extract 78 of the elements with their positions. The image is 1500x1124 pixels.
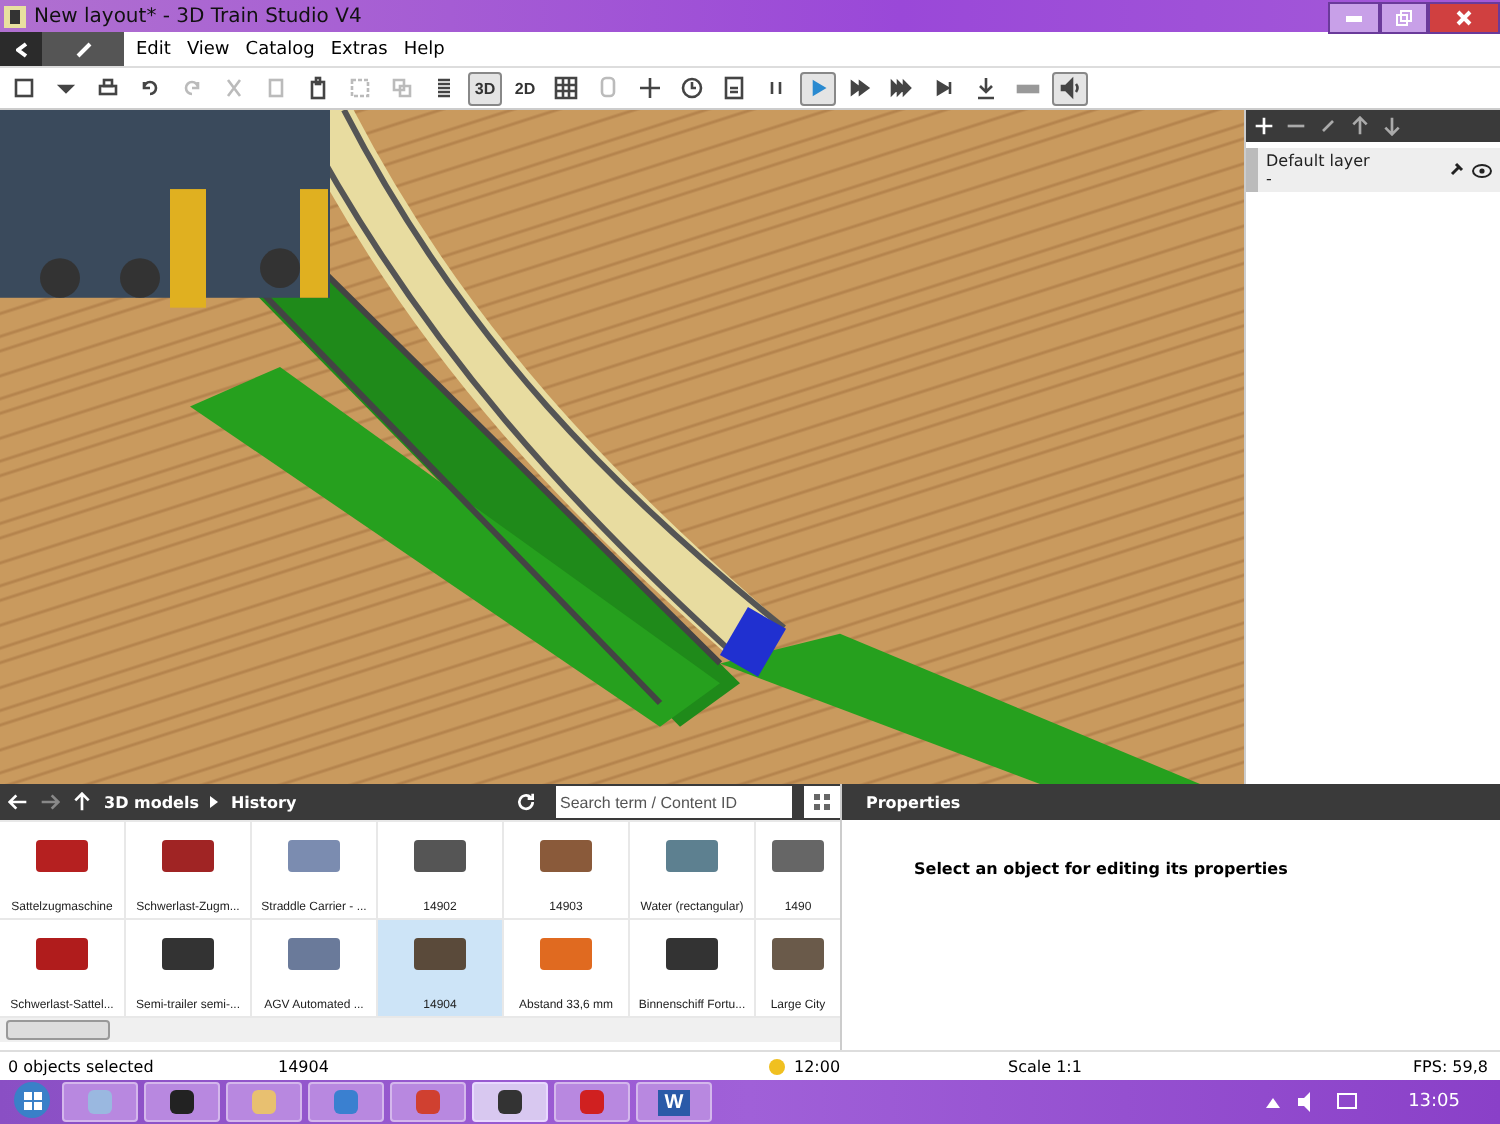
- clipboard-icon: [306, 76, 330, 100]
- fast-forward-icon: [848, 76, 872, 100]
- sun-icon: [768, 1057, 786, 1075]
- redo-icon: [180, 76, 204, 100]
- panel-title: Properties: [842, 784, 1500, 820]
- network-icon[interactable]: [1336, 1090, 1361, 1114]
- menu-item[interactable]: View: [182, 39, 234, 59]
- minimize-icon: [1346, 15, 1362, 21]
- start-button[interactable]: [8, 1080, 56, 1124]
- app-icon: [86, 1088, 114, 1116]
- speaker-button[interactable]: [1052, 71, 1088, 105]
- copy-icon: [264, 76, 288, 100]
- app-icon: [332, 1088, 360, 1116]
- fastest-forward-icon: [890, 76, 914, 100]
- menu-item[interactable]: Catalog: [241, 39, 319, 59]
- app-icon: [578, 1088, 606, 1116]
- menu-item[interactable]: Help: [399, 39, 449, 59]
- grid-icon: [554, 76, 578, 100]
- close-button[interactable]: [1428, 2, 1500, 34]
- back-button[interactable]: [0, 32, 42, 66]
- restore-button[interactable]: [1380, 2, 1428, 34]
- forward-arrow-icon[interactable]: [40, 792, 60, 812]
- plus-icon[interactable]: [1254, 116, 1274, 136]
- window-title: New layout* - 3D Train Studio V4: [34, 5, 362, 27]
- grid-view-icon: [814, 794, 830, 810]
- print-icon: [96, 76, 120, 100]
- menu-item[interactable]: Edit: [132, 39, 175, 59]
- empty-properties-message: Select an object for editing its properties: [912, 858, 1290, 878]
- arrow-up-icon[interactable]: [1350, 116, 1370, 136]
- view-mode-button[interactable]: 3D: [468, 71, 502, 105]
- plus-icon: [638, 76, 662, 100]
- edit-mode-button[interactable]: [42, 32, 124, 66]
- close-icon: [1456, 10, 1472, 26]
- selection-status: 0 objects selected: [8, 1057, 156, 1075]
- minimize-button[interactable]: [1328, 2, 1380, 34]
- refresh-icon[interactable]: [516, 792, 536, 812]
- time-status: 12:00: [794, 1057, 841, 1075]
- fps-status: FPS: 59,8: [1412, 1057, 1488, 1075]
- back-icon: [15, 41, 27, 57]
- app-icon: [414, 1088, 442, 1116]
- horizontal-scrollbar[interactable]: [0, 1018, 840, 1042]
- scissors-icon: [222, 76, 246, 100]
- calculator-icon: [722, 76, 746, 100]
- pencil-icon[interactable]: [1318, 116, 1338, 136]
- layer-name: Default layer: [1266, 152, 1372, 170]
- layer-detail: -: [1266, 170, 1274, 188]
- ungroup-icon: [390, 76, 414, 100]
- speaker-icon: [1058, 76, 1082, 100]
- scale-status: Scale 1:1: [1008, 1057, 1084, 1075]
- taskbar-app-button[interactable]: [472, 1082, 548, 1122]
- app-icon: [168, 1088, 196, 1116]
- app-icon: [496, 1088, 524, 1116]
- undo-icon: [138, 76, 162, 100]
- arrow-down-icon[interactable]: [1382, 116, 1402, 136]
- app-icon: [4, 5, 26, 27]
- back-arrow-icon[interactable]: [8, 792, 28, 812]
- grid-view-button[interactable]: [804, 786, 840, 818]
- skip-end-icon: [932, 76, 956, 100]
- view-mode-button[interactable]: 2D: [508, 71, 542, 105]
- layer-item[interactable]: Default layer -: [1246, 148, 1500, 192]
- chevron-right-icon: [210, 796, 219, 808]
- app-icon: [250, 1088, 278, 1116]
- pencil-icon: [75, 41, 91, 57]
- breadcrumb-item[interactable]: 3D models: [104, 793, 199, 811]
- list-icon: [432, 76, 456, 100]
- caret-up-icon[interactable]: [1266, 1097, 1281, 1107]
- play-button[interactable]: [800, 71, 836, 105]
- eye-icon[interactable]: [1472, 163, 1492, 177]
- taskbar-clock[interactable]: 13:05: [1408, 1092, 1460, 1112]
- breadcrumb-item[interactable]: History: [230, 793, 297, 811]
- download-icon: [974, 76, 998, 100]
- search-field[interactable]: Search term / Content ID: [556, 786, 792, 818]
- taskbar-app-button[interactable]: W: [636, 1082, 712, 1122]
- menu-item[interactable]: Extras: [326, 39, 392, 59]
- selection-icon: [348, 76, 372, 100]
- item-id-status: 14904: [278, 1057, 331, 1075]
- restore-icon: [1396, 10, 1412, 26]
- clock-icon: [680, 76, 704, 100]
